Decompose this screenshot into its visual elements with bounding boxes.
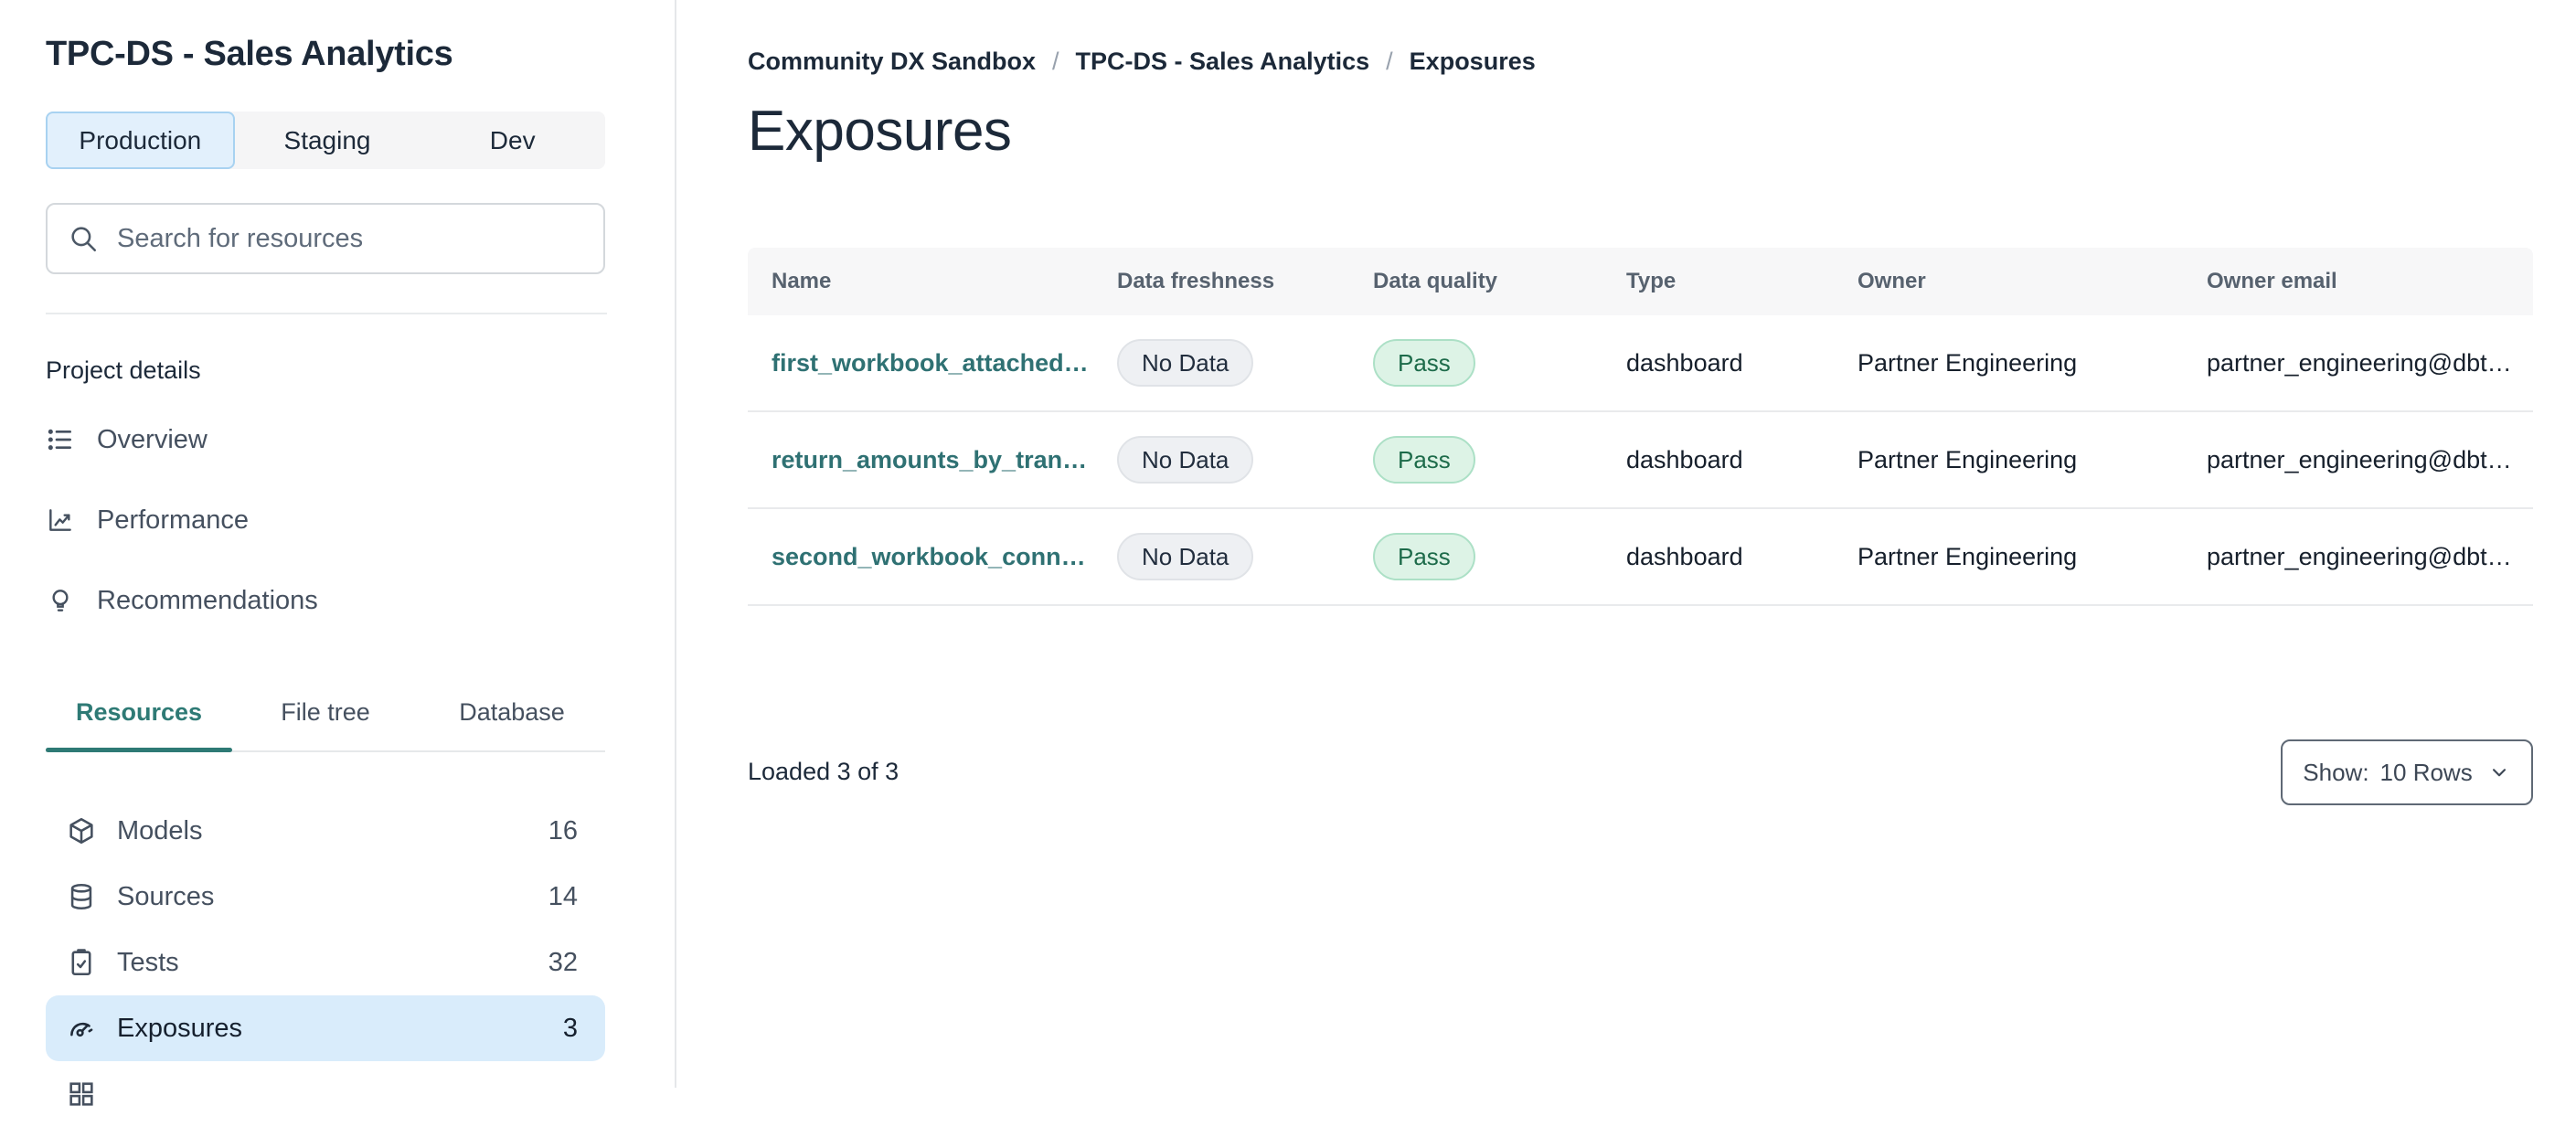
sidebar-item-sources[interactable]: Sources 14 (46, 864, 605, 930)
environment-tabs: Production Staging Dev (46, 112, 605, 169)
breadcrumb-account[interactable]: Community DX Sandbox (748, 48, 1036, 76)
search-icon (68, 223, 99, 254)
grid-icon (66, 1079, 97, 1110)
sidebar-item-models[interactable]: Models 16 (46, 798, 605, 864)
breadcrumb-project[interactable]: TPC-DS - Sales Analytics (1076, 48, 1370, 76)
resource-count: 14 (548, 881, 578, 911)
chart-line-icon (46, 505, 75, 535)
sidebar-item-recommendations[interactable]: Recommendations (46, 560, 605, 641)
exposure-name-link[interactable]: second_workbook_conn… (772, 543, 1086, 570)
sidebar-item-overview[interactable]: Overview (46, 399, 605, 480)
database-icon (66, 881, 97, 912)
resource-label: Tests (117, 947, 179, 977)
owner-email-cell: partner_engineering@dbt… (2207, 542, 2508, 570)
sidebar-item-exposures[interactable]: Exposures 3 (46, 995, 605, 1061)
quality-badge: Pass (1373, 339, 1475, 387)
column-header-data-quality: Data quality (1373, 269, 1498, 293)
resource-label: Sources (117, 881, 215, 911)
owner-cell: Partner Engineering (1857, 542, 2078, 570)
column-header-name: Name (772, 269, 832, 293)
tab-database[interactable]: Database (419, 698, 605, 750)
sidebar-item-performance[interactable]: Performance (46, 480, 605, 560)
type-cell: dashboard (1626, 348, 1743, 377)
show-label: Show: (2303, 758, 2369, 786)
freshness-badge: No Data (1117, 436, 1254, 484)
tab-dev[interactable]: Dev (420, 112, 605, 169)
lightbulb-icon (46, 586, 75, 615)
owner-email-cell: partner_engineering@dbt… (2207, 348, 2508, 377)
project-nav: Overview Performance Recommendations (46, 399, 605, 641)
resource-tabs: Resources File tree Database (46, 698, 605, 752)
resource-label: Models (117, 815, 203, 845)
cube-icon (66, 815, 97, 846)
tab-file-tree[interactable]: File tree (232, 698, 419, 750)
freshness-badge: No Data (1117, 533, 1254, 580)
tab-production[interactable]: Production (46, 112, 235, 169)
table-row: return_amounts_by_tran… No Data Pass das… (748, 412, 2533, 509)
type-cell: dashboard (1626, 542, 1743, 570)
column-header-type: Type (1626, 269, 1677, 293)
column-header-data-freshness: Data freshness (1117, 269, 1275, 293)
loaded-status: Loaded 3 of 3 (748, 758, 899, 785)
owner-cell: Partner Engineering (1857, 445, 2078, 473)
breadcrumb-separator: / (1052, 48, 1059, 75)
breadcrumb-separator: / (1386, 48, 1393, 75)
resource-label: Exposures (117, 1013, 243, 1043)
breadcrumb: Community DX Sandbox / TPC-DS - Sales An… (748, 48, 1536, 76)
sidebar-divider (46, 313, 607, 314)
sidebar-item-label: Overview (97, 424, 208, 454)
sidebar-item-label: Recommendations (97, 585, 318, 615)
owner-cell: Partner Engineering (1857, 348, 2078, 377)
breadcrumb-current: Exposures (1409, 48, 1536, 75)
sidebar-item-tests[interactable]: Tests 32 (46, 930, 605, 995)
owner-email-cell: partner_engineering@dbt… (2207, 445, 2508, 473)
search-input[interactable] (115, 211, 603, 266)
sidebar-item-label: Performance (97, 505, 250, 535)
resource-count: 3 (562, 1013, 578, 1043)
tab-staging[interactable]: Staging (235, 112, 420, 169)
search-box (46, 203, 605, 274)
chevron-down-icon (2487, 760, 2511, 784)
sidebar: TPC-DS - Sales Analytics Production Stag… (0, 0, 676, 1106)
table-row: first_workbook_attached… No Data Pass da… (748, 315, 2533, 412)
type-cell: dashboard (1626, 445, 1743, 473)
quality-badge: Pass (1373, 436, 1475, 484)
resource-list: Models 16 Sources 14 Tests 32 Exposures … (46, 798, 605, 1127)
exposure-name-link[interactable]: return_amounts_by_tran… (772, 446, 1087, 473)
page-title: Exposures (748, 100, 1012, 163)
main-content: Community DX Sandbox / TPC-DS - Sales An… (676, 0, 2576, 1088)
project-title: TPC-DS - Sales Analytics (46, 35, 453, 73)
resource-count: 32 (548, 947, 578, 977)
sidebar-partial-item[interactable] (46, 1061, 605, 1127)
tab-resources[interactable]: Resources (46, 698, 232, 752)
quality-badge: Pass (1373, 533, 1475, 580)
gauge-icon (66, 1013, 97, 1044)
column-header-owner-email: Owner email (2207, 269, 2337, 293)
exposure-name-link[interactable]: first_workbook_attached… (772, 349, 1089, 377)
show-value: 10 Rows (2379, 758, 2473, 786)
column-header-owner: Owner (1857, 269, 1926, 293)
resource-count: 16 (548, 815, 578, 845)
project-details-label: Project details (46, 356, 201, 384)
exposures-table: Name Data freshness Data quality Type Ow… (748, 248, 2533, 606)
freshness-badge: No Data (1117, 339, 1254, 387)
clipboard-check-icon (66, 947, 97, 978)
rows-per-page-dropdown[interactable]: Show: 10 Rows (2281, 739, 2533, 805)
table-row: second_workbook_conn… No Data Pass dashb… (748, 509, 2533, 606)
table-header-row: Name Data freshness Data quality Type Ow… (748, 248, 2533, 315)
list-icon (46, 425, 75, 454)
